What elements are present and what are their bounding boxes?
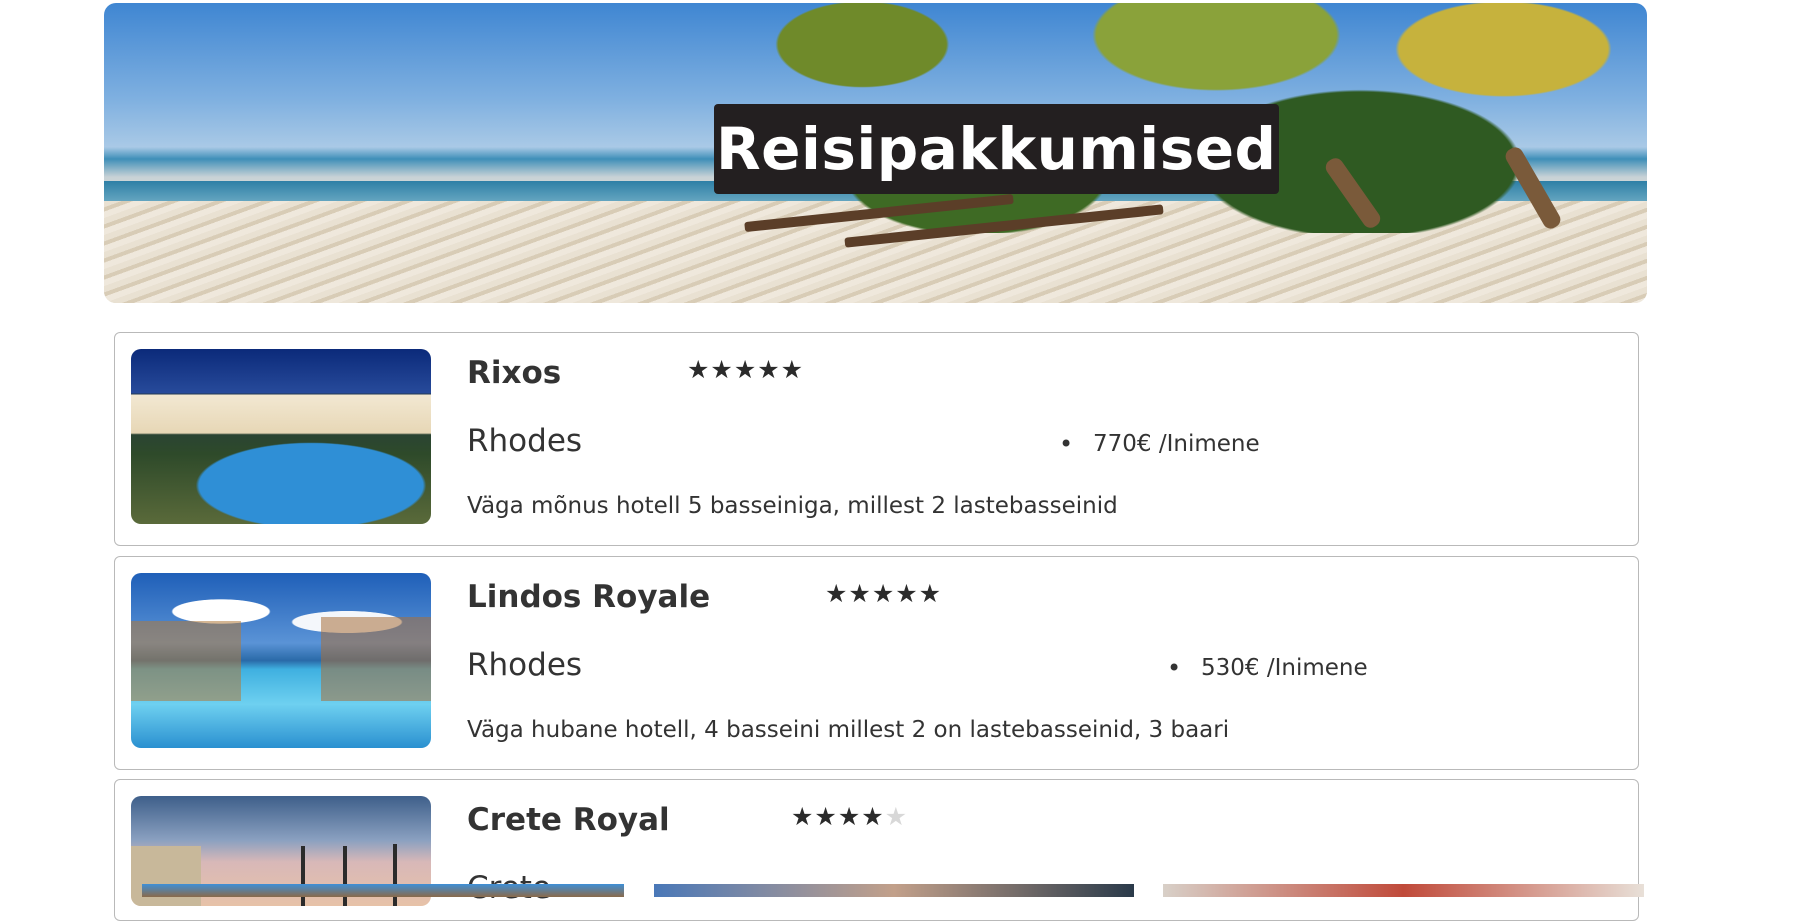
hotel-description: Väga mõnus hotell 5 basseiniga, millest … — [467, 493, 1118, 519]
page-title: Reisipakkumised — [714, 104, 1279, 194]
hotel-name[interactable]: Rixos — [467, 355, 561, 391]
gallery-image — [1163, 884, 1644, 897]
hotel-location: Rhodes — [467, 647, 583, 683]
hotel-location: Rhodes — [467, 423, 583, 459]
hotel-image — [131, 349, 431, 524]
star-rating: ★★★★★ — [791, 802, 909, 831]
hotel-price: 530€ /Inimene — [1167, 654, 1368, 682]
hotel-card[interactable]: Lindos Royale ★★★★★ Rhodes 530€ /Inimene… — [114, 556, 1639, 770]
hotel-name[interactable]: Lindos Royale — [467, 579, 710, 615]
hotel-card[interactable]: Rixos ★★★★★ Rhodes 770€ /Inimene Väga mõ… — [114, 332, 1639, 546]
gallery-image — [142, 884, 624, 897]
hotel-image — [131, 573, 431, 748]
hotel-price: 770€ /Inimene — [1059, 430, 1260, 458]
hotel-card[interactable]: Crete Royal ★★★★★ Crete — [114, 779, 1639, 921]
star-rating: ★★★★★ — [687, 355, 805, 384]
star-rating: ★★★★★ — [825, 579, 943, 608]
gallery-image — [654, 884, 1134, 897]
hero-banner: Reisipakkumised — [104, 3, 1647, 303]
hotel-name[interactable]: Crete Royal — [467, 802, 670, 838]
hotel-description: Väga hubane hotell, 4 basseini millest 2… — [467, 717, 1230, 743]
